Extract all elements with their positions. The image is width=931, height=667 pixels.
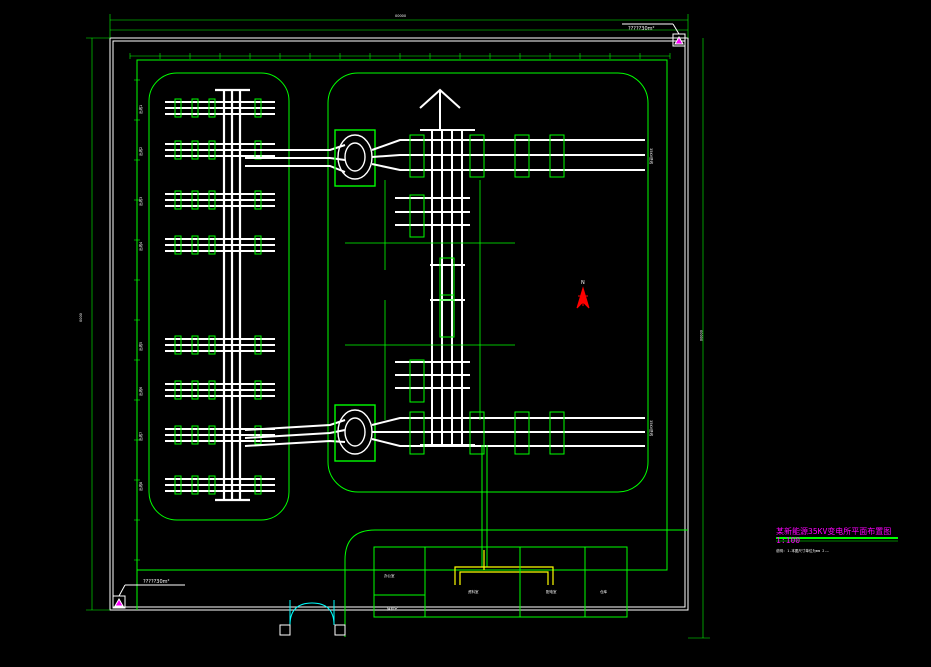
north-label: N	[581, 280, 585, 286]
main-transformer-2	[334, 404, 376, 462]
feeder-label: 出线4	[138, 241, 143, 251]
cad-drawing-canvas: 00000 0000 00000 出线1 出线2 出线3 出线4 出线5 出线6 出线7 出线…	[0, 0, 931, 663]
feeder-label: 出线5	[138, 342, 143, 351]
site-boundary	[109, 37, 689, 611]
switchgear-room-10kv	[148, 72, 290, 521]
corner-marker-bottom	[112, 584, 185, 609]
feeder-label: 出线3	[138, 197, 143, 206]
bay-35kv-bottom	[371, 417, 645, 447]
room-label-store: 仓库	[600, 589, 608, 594]
cable-trench	[481, 445, 488, 567]
feeder-labels: 出线1 出线2 出线3 出线4 出线5 出线6 出线7 出线8	[138, 105, 143, 491]
room-label-duty: 值班室	[387, 606, 398, 611]
bay-equipment	[409, 134, 565, 455]
room-label-distribution: 配电室	[546, 589, 557, 594]
feeder-label: 出线1	[138, 105, 143, 114]
substation-layout-plan: 00000 0000 00000 出线1出线2出线3出线4出线5出线6出线7出线…	[79, 14, 898, 639]
bus-35kv	[420, 129, 475, 446]
main-transformer-1	[334, 129, 376, 187]
dimension-values: 00000 0000 00000	[79, 14, 703, 341]
north-arrow-icon	[576, 286, 590, 309]
bay-device	[409, 194, 425, 238]
room-labels: 办公室 值班室 资料室 配电室 仓库	[384, 573, 608, 611]
connection-lines	[244, 144, 346, 447]
feeder-label: 出线6	[138, 387, 143, 396]
left-dimension: 0000	[79, 313, 83, 322]
feeder-label: 出线2	[138, 147, 143, 156]
gate-posts	[279, 624, 346, 636]
line-label-top: 35KV进线	[649, 148, 654, 165]
bus-10kv	[215, 88, 250, 502]
corner-label-bottom: ?????30m²	[143, 579, 170, 585]
line-labels: 35KV进线 35KV进线	[649, 148, 654, 437]
cable-route	[454, 550, 554, 585]
room-label-archive: 资料室	[468, 589, 479, 594]
right-dimension: 00000	[699, 330, 703, 341]
inner-boundary	[136, 59, 668, 610]
drawing-title: 某新能源35KV变电所平面布置图 1:100	[776, 527, 892, 545]
feeder-label: 出线7	[138, 432, 143, 441]
control-building	[344, 529, 688, 637]
corner-label-top: ?????30m²	[628, 26, 655, 32]
outdoor-yard-35kv	[327, 72, 649, 493]
feeder-label: 出线8	[138, 482, 143, 491]
entrance-gate	[289, 600, 335, 626]
room-label-office: 办公室	[384, 573, 395, 578]
bay-35kv-top	[371, 88, 645, 171]
drawing-title-block: 某新能源35KV变电所平面布置图 1:100 说明: 1.本图尺寸单位为mm 2…	[776, 527, 900, 554]
bay-device	[409, 359, 425, 403]
line-label-bottom: 35KV进线	[649, 420, 654, 437]
top-dimension: 00000	[395, 14, 406, 18]
drawing-subtitle: 说明: 1.本图尺寸单位为mm 2.…	[776, 549, 829, 553]
